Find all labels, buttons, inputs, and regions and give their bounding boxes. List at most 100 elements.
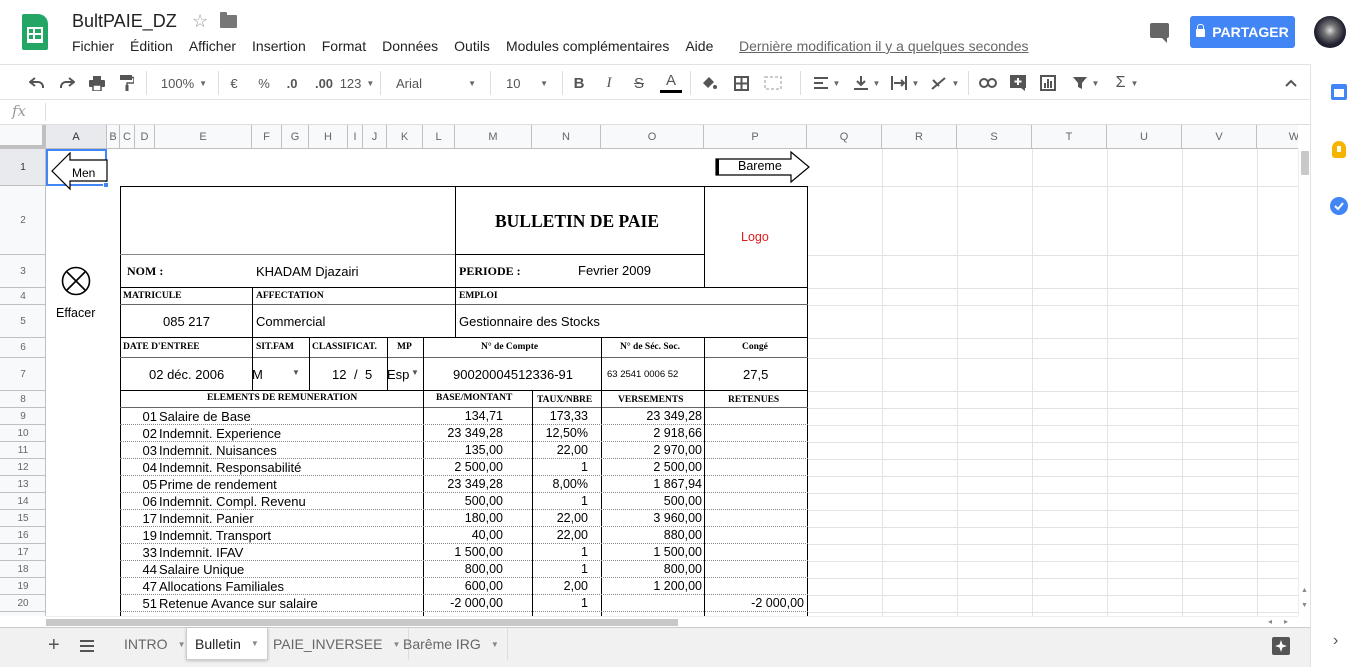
- row-header[interactable]: 20: [0, 595, 45, 612]
- sheet-grid[interactable]: Men Bareme Effacer BULLETIN DE PAIE Logo…: [46, 149, 1298, 616]
- line-code[interactable]: 19: [143, 528, 157, 543]
- menu-format[interactable]: Format: [322, 38, 366, 58]
- column-header[interactable]: I: [348, 125, 363, 148]
- row-header[interactable]: 12: [0, 459, 45, 476]
- line-label[interactable]: Salaire Unique: [159, 562, 244, 577]
- scroll-down-icon[interactable]: ▼: [1301, 602, 1308, 609]
- line-taux[interactable]: 1: [581, 596, 588, 610]
- row-header[interactable]: 15: [0, 510, 45, 527]
- row-header[interactable]: 9: [0, 408, 45, 425]
- matricule-value[interactable]: 085 217: [163, 314, 210, 329]
- keep-icon[interactable]: [1332, 141, 1346, 158]
- line-retenue[interactable]: -2 000,00: [751, 596, 804, 610]
- line-versement[interactable]: 2 500,00: [653, 460, 702, 474]
- horizontal-scrollbar[interactable]: ◂ ▸: [46, 616, 1298, 627]
- line-label[interactable]: Indemnit. Panier: [159, 511, 254, 526]
- document-title[interactable]: BultPAIE_DZ: [72, 11, 177, 32]
- line-taux[interactable]: 12,50%: [546, 426, 588, 440]
- line-base[interactable]: 800,00: [465, 562, 503, 576]
- line-taux[interactable]: 1: [581, 494, 588, 508]
- scroll-right-icon[interactable]: ▸: [1284, 617, 1288, 626]
- strikethrough-button[interactable]: S: [628, 65, 650, 101]
- line-taux[interactable]: 173,33: [550, 409, 588, 423]
- line-code[interactable]: 01: [143, 409, 157, 424]
- scroll-left-icon[interactable]: ◂: [1268, 617, 1272, 626]
- line-label[interactable]: Prime de rendement: [159, 477, 277, 492]
- line-base[interactable]: -2 000,00: [450, 596, 503, 610]
- row-header[interactable]: 19: [0, 578, 45, 595]
- row-header[interactable]: 16: [0, 527, 45, 544]
- more-formats-button[interactable]: 123 ▼: [340, 65, 375, 101]
- sheets-logo-icon[interactable]: [22, 14, 48, 50]
- functions-icon[interactable]: Σ ▼: [1110, 65, 1144, 101]
- column-header[interactable]: U: [1107, 125, 1182, 148]
- last-edit-link[interactable]: Dernière modification il y a quelques se…: [739, 38, 1029, 54]
- menu-modules[interactable]: Modules complémentaires: [506, 38, 669, 58]
- line-base[interactable]: 23 349,28: [447, 477, 503, 491]
- calendar-icon[interactable]: [1331, 84, 1347, 100]
- italic-button[interactable]: I: [598, 65, 620, 101]
- line-base[interactable]: 23 349,28: [447, 426, 503, 440]
- line-versement[interactable]: 1 867,94: [653, 477, 702, 491]
- column-header[interactable]: C: [120, 125, 135, 148]
- line-label[interactable]: Indemnit. Nuisances: [159, 443, 277, 458]
- line-code[interactable]: 06: [143, 494, 157, 509]
- column-header[interactable]: G: [282, 125, 309, 148]
- line-versement[interactable]: 500,00: [664, 494, 702, 508]
- line-label[interactable]: Indemnit. Transport: [159, 528, 271, 543]
- line-label[interactable]: Retenue Avance sur salaire: [159, 596, 318, 611]
- insert-comment-icon[interactable]: [1006, 65, 1030, 101]
- line-taux[interactable]: 2,00: [564, 579, 588, 593]
- line-taux[interactable]: 22,00: [557, 511, 588, 525]
- column-header[interactable]: S: [957, 125, 1032, 148]
- zoom-select[interactable]: 100% ▼: [156, 65, 212, 101]
- line-versement[interactable]: 2 918,66: [653, 426, 702, 440]
- line-versement[interactable]: 1 200,00: [653, 579, 702, 593]
- merge-cells-icon[interactable]: [760, 65, 786, 101]
- align-vertical-icon[interactable]: ▼: [850, 65, 884, 101]
- line-code[interactable]: 51: [143, 596, 157, 611]
- font-size-select[interactable]: 10 ▼: [496, 65, 558, 101]
- secsoc-value[interactable]: 63 2541 0006 52: [607, 369, 678, 380]
- vertical-scrollbar[interactable]: ▲ ▼: [1298, 149, 1310, 616]
- text-rotation-icon[interactable]: ▼: [928, 65, 962, 101]
- collapse-toolbar-icon[interactable]: [1280, 65, 1302, 101]
- increase-decimal-button[interactable]: .00: [310, 65, 338, 101]
- line-versement[interactable]: 3 960,00: [653, 511, 702, 525]
- classif-b[interactable]: 5: [365, 367, 372, 382]
- date-entree-value[interactable]: 02 déc. 2006: [149, 367, 224, 382]
- share-button[interactable]: PARTAGER: [1190, 16, 1295, 48]
- line-label[interactable]: Indemnit. Responsabilité: [159, 460, 301, 475]
- line-label[interactable]: Indemnit. Experience: [159, 426, 281, 441]
- mp-dropdown[interactable]: Esp ▼: [387, 358, 423, 390]
- row-header[interactable]: 3: [0, 255, 45, 288]
- menu-edition[interactable]: Édition: [130, 38, 173, 58]
- line-taux[interactable]: 8,00%: [553, 477, 588, 491]
- insert-chart-icon[interactable]: [1036, 65, 1060, 101]
- column-header[interactable]: W: [1257, 125, 1298, 148]
- folder-icon[interactable]: [220, 12, 237, 28]
- column-header[interactable]: N: [532, 125, 601, 148]
- row-header[interactable]: 6: [0, 338, 45, 358]
- row-header[interactable]: 14: [0, 493, 45, 510]
- column-header[interactable]: P: [704, 125, 807, 148]
- row-header[interactable]: 7: [0, 358, 45, 391]
- tab-paie-inversee[interactable]: PAIE_INVERSEE ▼: [265, 628, 410, 660]
- print-icon[interactable]: [84, 65, 110, 101]
- line-taux[interactable]: 1: [581, 545, 588, 559]
- line-base[interactable]: 135,00: [465, 443, 503, 457]
- select-all-corner[interactable]: [0, 125, 46, 149]
- line-taux[interactable]: 22,00: [557, 528, 588, 542]
- menu-aide[interactable]: Aide: [685, 38, 713, 58]
- column-header[interactable]: D: [135, 125, 155, 148]
- line-versement[interactable]: 23 349,28: [646, 409, 702, 423]
- menu-afficher[interactable]: Afficher: [189, 38, 236, 58]
- clear-circle-x-icon[interactable]: [61, 266, 91, 296]
- line-taux[interactable]: 1: [581, 562, 588, 576]
- borders-icon[interactable]: [730, 65, 752, 101]
- menu-outils[interactable]: Outils: [454, 38, 490, 58]
- line-taux[interactable]: 1: [581, 460, 588, 474]
- tab-bareme-irg[interactable]: Barême IRG ▼: [395, 628, 508, 660]
- periode-value[interactable]: Fevrier 2009: [578, 263, 651, 278]
- text-color-button[interactable]: A: [658, 65, 684, 101]
